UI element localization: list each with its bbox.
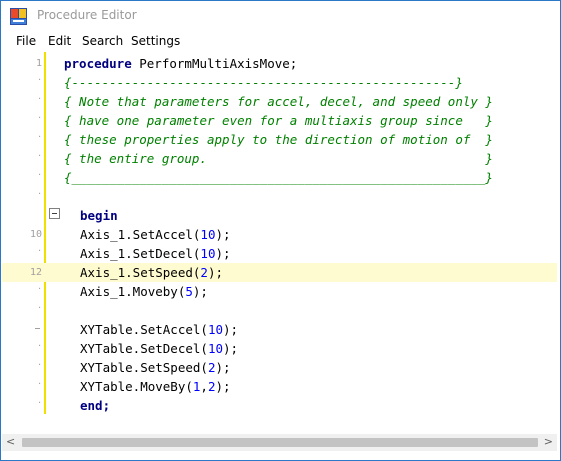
statement: Axis_1.SetDecel( — [80, 246, 201, 261]
code-line[interactable]: · — [2, 301, 557, 320]
comment: {---------------------------------------… — [64, 75, 463, 90]
keyword: procedure — [64, 56, 132, 71]
code-line[interactable]: · {_____________________________________… — [2, 168, 557, 187]
statement: XYTable.SetSpeed( — [80, 360, 208, 375]
line-marker: · — [38, 94, 42, 105]
number: 10 — [207, 341, 223, 356]
statement: XYTable.SetDecel( — [80, 341, 208, 356]
code-editor[interactable]: 1 procedure PerformMultiAxisMove; · {---… — [2, 52, 557, 434]
punctuation: ); — [223, 322, 239, 337]
code-line[interactable]: begin — [2, 206, 557, 225]
punctuation: ); — [192, 284, 208, 299]
punctuation: ); — [215, 246, 231, 261]
comment: {_______________________________________… — [64, 170, 493, 185]
procedure-name: PerformMultiAxisMove; — [131, 56, 298, 71]
scrollbar-thumb[interactable] — [22, 438, 538, 447]
code-line[interactable]: · Axis_1.Moveby(5); — [2, 282, 557, 301]
procedure-editor-window: Procedure Editor File Edit Search Settin… — [0, 0, 561, 461]
line-number: 10 — [29, 229, 42, 240]
number: 2 — [200, 265, 208, 280]
punctuation: ); — [215, 379, 231, 394]
line-number: 12 — [29, 267, 42, 278]
line-marker: · — [38, 246, 42, 257]
menu-file[interactable]: File — [16, 34, 36, 48]
title-bar[interactable]: Procedure Editor — [1, 1, 560, 31]
menu-settings[interactable]: Settings — [131, 34, 180, 48]
number: 5 — [185, 284, 193, 299]
number: 10 — [200, 227, 216, 242]
comment: { these properties apply to the directio… — [64, 132, 493, 147]
code-line[interactable]: · { these properties apply to the direct… — [2, 130, 557, 149]
statement: XYTable.SetAccel( — [80, 322, 208, 337]
comment: { Note that parameters for accel, decel,… — [64, 94, 493, 109]
line-marker: · — [38, 303, 42, 314]
code-line-current[interactable]: 12 Axis_1.SetSpeed(2); — [2, 263, 557, 282]
code-line[interactable]: · { the entire group. } — [2, 149, 557, 168]
line-marker: · — [38, 398, 42, 409]
line-marker: · — [38, 132, 42, 143]
statement: Axis_1.Moveby( — [80, 284, 186, 299]
number: 10 — [207, 322, 223, 337]
code-line[interactable]: 10 Axis_1.SetAccel(10); — [2, 225, 557, 244]
code-line[interactable]: XYTable.SetAccel(10); — [2, 320, 557, 339]
punctuation: ); — [223, 341, 239, 356]
statement: XYTable.MoveBy( — [80, 379, 193, 394]
line-marker: · — [38, 360, 42, 371]
code-line[interactable]: 1 procedure PerformMultiAxisMove; — [2, 54, 557, 73]
comment: { the entire group. } — [64, 151, 493, 166]
comment: { have one parameter even for a multiaxi… — [64, 113, 493, 128]
line-marker: · — [38, 113, 42, 124]
line-marker: · — [38, 284, 42, 295]
line-marker: · — [38, 75, 42, 86]
punctuation: , — [200, 379, 208, 394]
punctuation: ); — [215, 227, 231, 242]
line-marker: · — [38, 151, 42, 162]
code-line[interactable]: · { Note that parameters for accel, dece… — [2, 92, 557, 111]
punctuation: ); — [207, 265, 224, 280]
line-marker: · — [38, 379, 42, 390]
code-line[interactable]: · {-------------------------------------… — [2, 73, 557, 92]
code-line[interactable]: · { have one parameter even for a multia… — [2, 111, 557, 130]
keyword-begin: begin — [80, 208, 118, 223]
menu-bar: File Edit Search Settings — [1, 31, 560, 51]
code-line[interactable]: · end; — [2, 396, 557, 415]
code-line[interactable]: · Axis_1.SetDecel(10); — [2, 244, 557, 263]
keyword-end: end; — [80, 398, 111, 413]
line-marker — [35, 328, 40, 329]
procedure-editor-app-icon — [10, 8, 27, 25]
code-line[interactable]: · XYTable.MoveBy(1,2); — [2, 377, 557, 396]
window-title: Procedure Editor — [37, 8, 137, 22]
line-marker: · — [38, 189, 42, 200]
horizontal-scrollbar[interactable]: < > — [2, 434, 557, 451]
scroll-right-arrow-icon[interactable]: > — [544, 435, 553, 448]
statement: Axis_1.SetAccel( — [80, 227, 201, 242]
number: 10 — [200, 246, 216, 261]
punctuation: ); — [215, 360, 231, 375]
statement: Axis_1.SetSpeed( — [80, 265, 201, 280]
line-marker: · — [38, 170, 42, 181]
scroll-left-arrow-icon[interactable]: < — [6, 435, 15, 448]
code-line[interactable]: · XYTable.SetSpeed(2); — [2, 358, 557, 377]
menu-edit[interactable]: Edit — [48, 34, 71, 48]
code-line[interactable]: · XYTable.SetDecel(10); — [2, 339, 557, 358]
line-number: 1 — [35, 58, 42, 69]
menu-search[interactable]: Search — [82, 34, 123, 48]
line-marker: · — [38, 341, 42, 352]
code-line[interactable]: · — [2, 187, 557, 206]
